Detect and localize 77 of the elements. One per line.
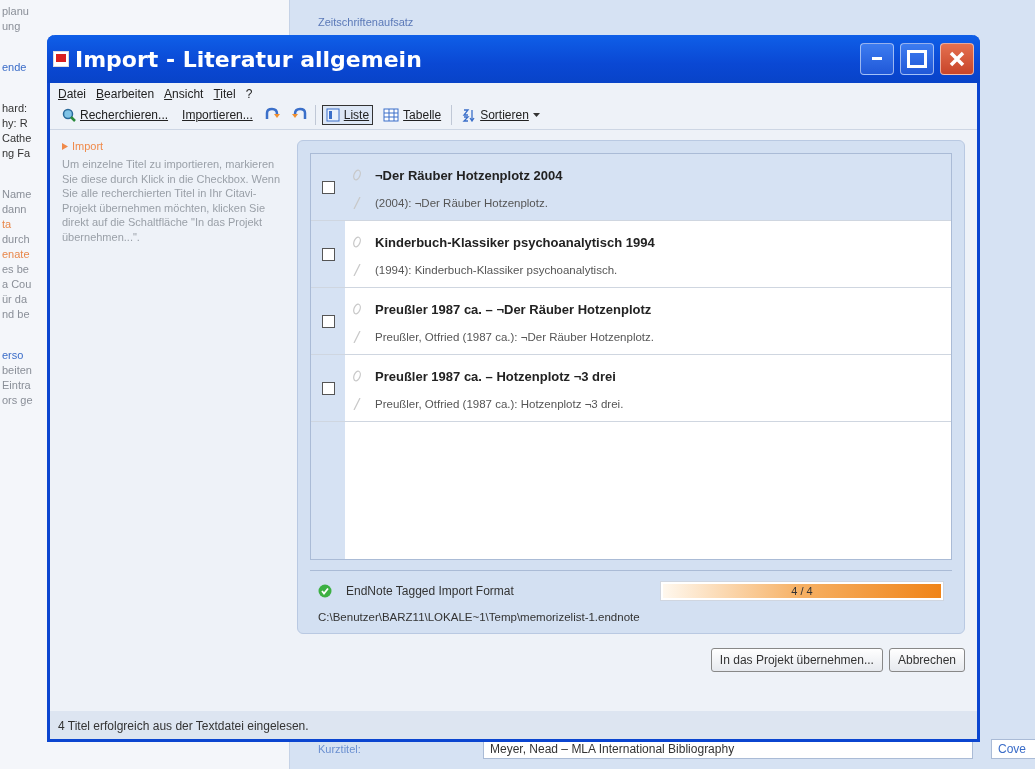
attachment-icon [353, 169, 361, 181]
slash-icon [353, 398, 361, 410]
close-icon [948, 50, 966, 68]
cancel-button[interactable]: Abbrechen [888, 648, 965, 672]
checkbox[interactable] [321, 314, 335, 328]
sidebar-text: Cathe [2, 131, 32, 146]
caret-icon [532, 113, 540, 117]
sidebar-text: ors ge [2, 393, 33, 408]
search-icon [62, 108, 76, 122]
title-text: ¬Der Räuber Hotzenplotz 2004 [375, 167, 563, 183]
list-icon [325, 108, 340, 122]
checkbox[interactable] [321, 247, 335, 261]
apply-button[interactable]: In das Projekt übernehmen... [710, 648, 883, 672]
sidebar-text: ung [2, 19, 21, 34]
minimize-button[interactable] [860, 43, 894, 75]
field-label: Kurztitel: [318, 743, 362, 755]
sidebar-text: Eintra [2, 378, 31, 393]
sidebar-text: es be [2, 262, 29, 277]
progress-label: 4 / 4 [791, 585, 813, 597]
slash-icon [353, 264, 361, 276]
sidebar-text: enate [2, 247, 30, 262]
list-row[interactable]: ¬Der Räuber Hotzenplotz 2004 (2004): ¬Der Räuber Hotzenplotz. [311, 154, 951, 221]
sidebar-text: ür da [2, 292, 28, 307]
file-path: C:\Benutzer\BARZ11\LOKALE~1\Temp\memorizelist-1.endnote [318, 611, 640, 623]
format-text: EndNote Tagged Import Format [346, 584, 515, 598]
attachment-icon [353, 236, 361, 248]
menu-item[interactable]: ? [245, 87, 253, 101]
window-title: Import - Literatur allgemein [75, 46, 423, 72]
table-icon [383, 108, 400, 122]
slash-icon [353, 197, 361, 209]
menu-item[interactable]: Titel [213, 87, 236, 101]
search-button[interactable]: Recherchieren... [58, 105, 173, 125]
menu-item[interactable]: Datei [58, 87, 87, 101]
sidebar-text: ta [2, 217, 12, 232]
maximize-button[interactable] [900, 43, 934, 75]
import-button[interactable]: Importieren... [178, 105, 257, 125]
attachment-icon [353, 303, 361, 315]
attachment-icon [353, 370, 361, 382]
triangle-icon [62, 142, 68, 150]
sidebar-text: a Cou [2, 277, 32, 292]
title-text: Preußler 1987 ca. – Hotzenplotz ¬3 drei [375, 368, 616, 384]
sidebar-text: durch [2, 232, 30, 247]
menu-item[interactable]: Bearbeiten [96, 87, 155, 101]
status-text: 4 Titel erfolgreich aus der Textdatei eingelesen. [58, 719, 309, 733]
sort-button[interactable]: Sortieren [458, 105, 544, 125]
sidebar-text: hy: R [2, 116, 28, 131]
view-tab[interactable]: Liste [321, 105, 374, 125]
sidebar-text: planu [2, 4, 29, 19]
link-text[interactable]: erso [2, 348, 24, 363]
sidebar-text: hard: [2, 101, 28, 116]
menu-item[interactable]: Ansicht [164, 87, 204, 101]
sidebar-text: ng Fa [2, 146, 31, 161]
citation-text: (2004): ¬Der Räuber Hotzenplotz. [375, 197, 548, 209]
help-text: Um einzelne Titel zu importieren, markieren Sie diese durch Klick in die Checkbox. Wenn Sie alle recherchierten Titel in Ihr Citavi-Projekt übernehmen möchten, klicken Sie direkt auf die Schaltfläche "In das Projekt übernehmen...". [62, 157, 282, 244]
checkbox[interactable] [321, 180, 335, 194]
sort-icon [462, 108, 477, 122]
section-heading: Import [72, 140, 104, 152]
minimize-icon [872, 57, 882, 61]
sidebar-text: Name [2, 187, 32, 202]
input-field[interactable]: Cove [991, 739, 1035, 759]
slash-icon [353, 331, 361, 343]
sidebar-text: beiten [2, 363, 32, 378]
sidebar-text: nd be [2, 307, 30, 322]
citation-text: Preußler, Otfried (1987 ca.): ¬Der Räuber Hotzenplotz. [375, 331, 654, 343]
maximize-icon [907, 50, 927, 68]
checkbox[interactable] [321, 381, 335, 395]
view-tab[interactable]: Tabelle [379, 105, 446, 125]
title-text: Preußler 1987 ca. – ¬Der Räuber Hotzenplotz [375, 301, 652, 317]
section-title: Zeitschriftenaufsatz [318, 16, 414, 28]
citation-text: Preußler, Otfried (1987 ca.): Hotzenplotz ¬3 drei. [375, 398, 624, 410]
check-icon [318, 584, 332, 598]
close-button[interactable] [940, 43, 974, 75]
sidebar-text: dann [2, 202, 27, 217]
link-text[interactable]: ende [2, 60, 27, 75]
title-text: Kinderbuch-Klassiker psychoanalytisch 1994 [375, 234, 655, 250]
citation-text: (1994): Kinderbuch-Klassiker psychoanalytisch. [375, 264, 618, 276]
app-icon [53, 51, 69, 67]
